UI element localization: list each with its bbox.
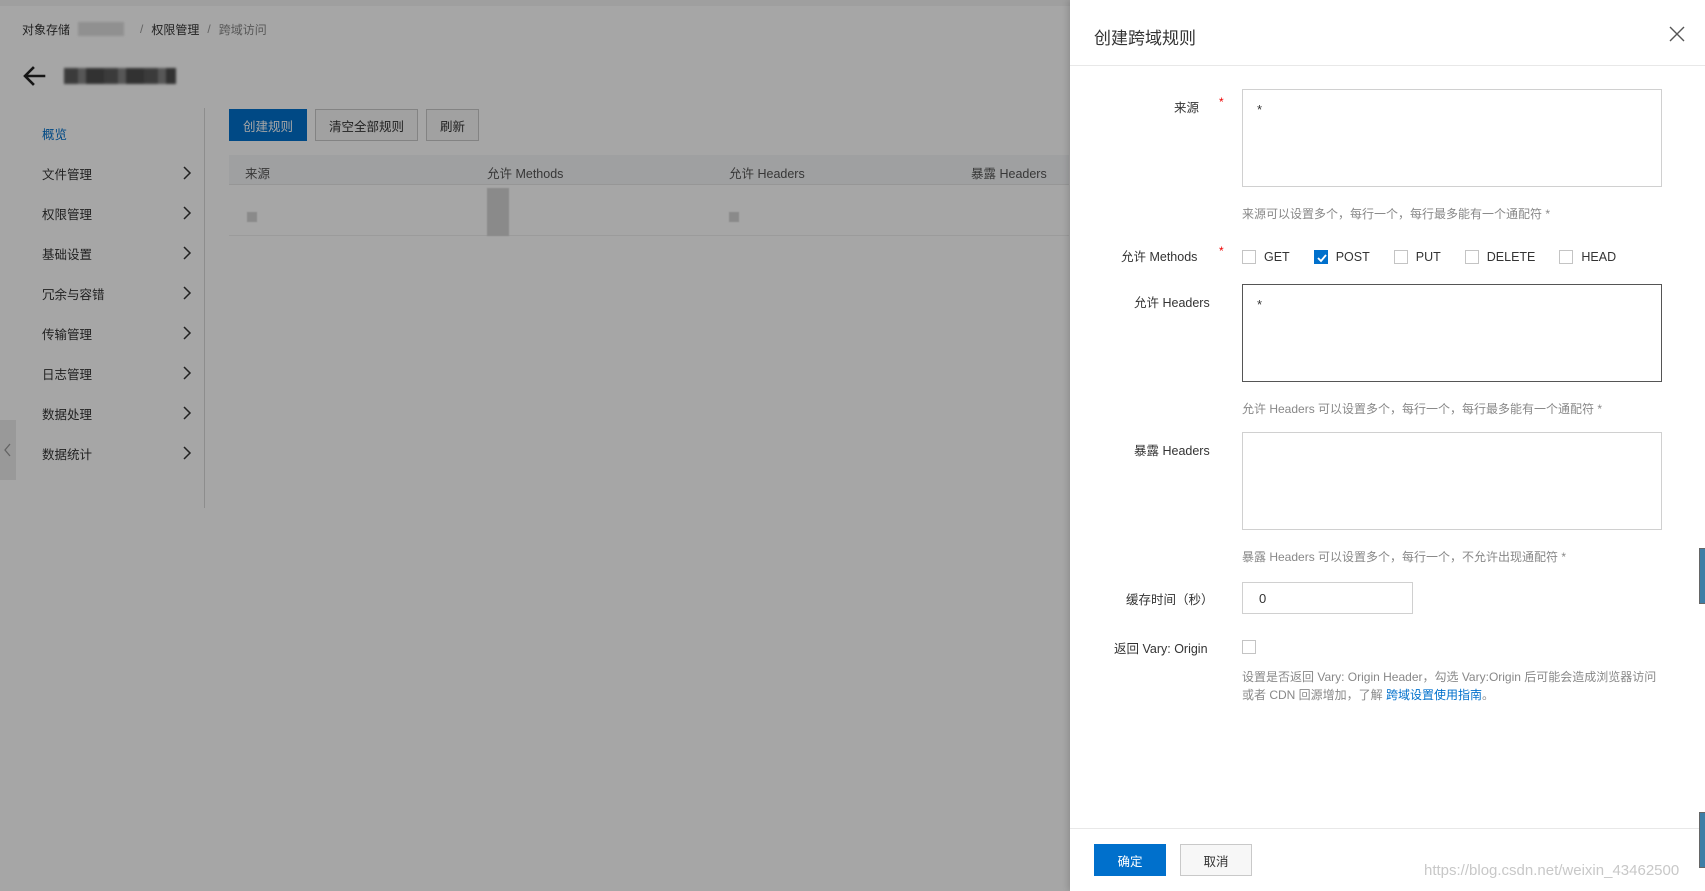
drawer-footer: 确定 取消 https://blog.csdn.net/weixin_43462… bbox=[1070, 828, 1705, 891]
scrollbar-handle[interactable] bbox=[1699, 812, 1705, 868]
allow-headers-textarea[interactable]: * bbox=[1242, 284, 1662, 382]
method-head[interactable]: HEAD bbox=[1559, 250, 1616, 264]
methods-label: 允许 Methods bbox=[1121, 250, 1198, 264]
vary-origin-hint: 设置是否返回 Vary: Origin Header，勾选 Vary:Origi… bbox=[1242, 668, 1664, 704]
allow-headers-label: 允许 Headers bbox=[1134, 296, 1210, 310]
modal-overlay[interactable] bbox=[0, 0, 1070, 891]
watermark: https://blog.csdn.net/weixin_43462500 bbox=[1424, 862, 1680, 879]
create-cors-rule-drawer: 创建跨域规则 来源 * * 来源可以设置多个，每行一个，每行最多能有一个通配符 … bbox=[1070, 0, 1705, 891]
method-label: POST bbox=[1335, 250, 1370, 264]
drawer-title: 创建跨域规则 bbox=[1094, 29, 1196, 48]
cors-guide-link[interactable]: 跨域设置使用指南 bbox=[1386, 688, 1482, 702]
drawer-header: 创建跨域规则 bbox=[1070, 0, 1705, 66]
expose-headers-hint: 暴露 Headers 可以设置多个，每行一个，不允许出现通配符 * bbox=[1242, 550, 1567, 564]
method-label: PUT bbox=[1415, 250, 1441, 264]
scrollbar-handle[interactable] bbox=[1699, 548, 1705, 604]
method-put[interactable]: PUT bbox=[1393, 250, 1441, 264]
close-icon[interactable] bbox=[1669, 26, 1685, 42]
confirm-button[interactable]: 确定 bbox=[1094, 844, 1166, 876]
vary-origin-label: 返回 Vary: Origin bbox=[1114, 642, 1208, 656]
allow-headers-hint: 允许 Headers 可以设置多个，每行一个，每行最多能有一个通配符 * bbox=[1242, 402, 1603, 416]
method-delete[interactable]: DELETE bbox=[1464, 250, 1536, 264]
method-get[interactable]: GET bbox=[1242, 250, 1290, 264]
cache-time-label: 缓存时间（秒） bbox=[1126, 593, 1214, 607]
method-label: DELETE bbox=[1486, 250, 1536, 264]
expose-headers-label: 暴露 Headers bbox=[1134, 444, 1210, 458]
method-put-checkbox[interactable] bbox=[1393, 250, 1408, 264]
method-get-checkbox[interactable] bbox=[1242, 250, 1256, 264]
method-post[interactable]: POST bbox=[1313, 250, 1370, 264]
method-label: GET bbox=[1264, 250, 1290, 264]
vary-origin-hint-end: 。 bbox=[1482, 688, 1495, 702]
vary-origin-checkbox[interactable] bbox=[1242, 640, 1256, 654]
origin-label: 来源 bbox=[1174, 101, 1200, 115]
cancel-button[interactable]: 取消 bbox=[1180, 844, 1252, 876]
method-head-checkbox[interactable] bbox=[1559, 250, 1574, 264]
method-delete-checkbox[interactable] bbox=[1464, 250, 1479, 264]
required-mark: * bbox=[1219, 244, 1224, 258]
checkmark-icon bbox=[1317, 254, 1327, 263]
origin-hint: 来源可以设置多个，每行一个，每行最多能有一个通配符 * bbox=[1242, 207, 1551, 221]
expose-headers-textarea[interactable] bbox=[1242, 432, 1662, 530]
method-post-checkbox[interactable] bbox=[1313, 250, 1328, 264]
required-mark: * bbox=[1219, 95, 1224, 109]
method-label: HEAD bbox=[1581, 250, 1617, 264]
origin-textarea[interactable]: * bbox=[1242, 89, 1662, 187]
cache-time-input[interactable] bbox=[1242, 582, 1413, 614]
methods-checkbox-group: GET POST PUT DELETE HEAD bbox=[1242, 248, 1640, 266]
